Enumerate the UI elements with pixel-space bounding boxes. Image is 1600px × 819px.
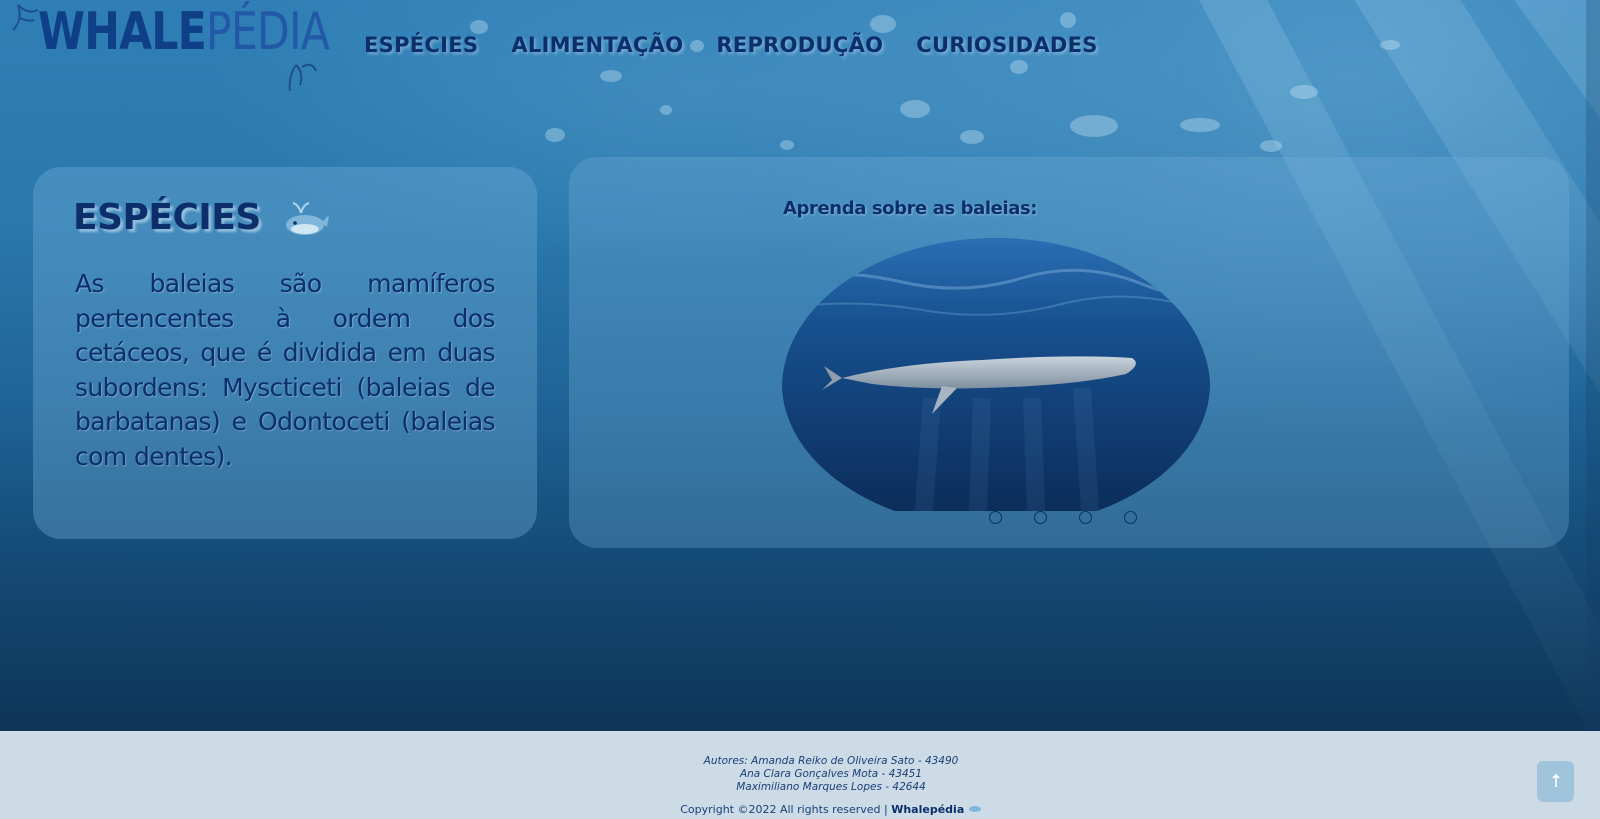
carousel-dot-1[interactable] xyxy=(989,511,1002,524)
bubble xyxy=(660,105,672,115)
carousel-slide[interactable] xyxy=(782,238,1210,511)
arrow-up-icon xyxy=(1551,773,1560,787)
footer: Autores: Amanda Reiko de Oliveira Sato -… xyxy=(0,731,1600,819)
whale-icon xyxy=(968,806,981,812)
carousel-dots xyxy=(989,511,1169,524)
bubble xyxy=(900,100,930,118)
bubble xyxy=(1070,115,1118,137)
carousel-caption: Aprenda sobre as baleias: xyxy=(783,198,1038,219)
bubble xyxy=(960,130,984,144)
carousel-dot-4[interactable] xyxy=(1124,511,1137,524)
seaweed-icon xyxy=(288,63,317,92)
whale-illustration xyxy=(782,238,1210,511)
species-description: As baleias são mamíferos pertencentes à … xyxy=(75,269,496,471)
brand-name: Whalepédia xyxy=(891,803,965,816)
copyright-text: Copyright ©2022 All rights reserved | xyxy=(680,803,888,816)
carousel-dot-2[interactable] xyxy=(1034,511,1047,524)
logo-bold-text: WHALE xyxy=(38,2,207,62)
bubble xyxy=(545,128,565,142)
logo-light-text: PÉDIA xyxy=(205,2,330,62)
main-nav: ESPÉCIES ALIMENTAÇÃO REPRODUÇÃO CURIOSID… xyxy=(364,33,1131,57)
authors-block: Autores: Amanda Reiko de Oliveira Sato -… xyxy=(0,755,1600,794)
nav-reproducao[interactable]: REPRODUÇÃO xyxy=(716,33,883,57)
bubble xyxy=(1260,140,1282,152)
bubble xyxy=(780,140,794,150)
whale-photo xyxy=(782,238,1210,511)
scrollbar[interactable] xyxy=(1586,0,1600,731)
header: WHALEPÉDIA ESPÉCIES ALIMENTAÇÃO REPRODUÇ… xyxy=(0,0,1600,100)
site-logo[interactable]: WHALEPÉDIA xyxy=(38,2,330,62)
author-line-3: Maximiliano Marques Lopes - 42644 xyxy=(736,781,926,793)
author-line-1: Autores: Amanda Reiko de Oliveira Sato -… xyxy=(703,755,959,767)
author-line-2: Ana Clara Gonçalves Mota - 43451 xyxy=(739,768,923,780)
copyright: Copyright ©2022 All rights reserved | Wh… xyxy=(0,803,1600,816)
nav-alimentacao[interactable]: ALIMENTAÇÃO xyxy=(511,33,683,57)
species-title-text: ESPÉCIES xyxy=(73,197,261,238)
species-card: ESPÉCIES As baleias são mamíferos perten… xyxy=(33,167,537,539)
scroll-to-top-button[interactable] xyxy=(1537,761,1574,802)
carousel-dot-3[interactable] xyxy=(1079,511,1092,524)
nav-curiosidades[interactable]: CURIOSIDADES xyxy=(916,33,1097,57)
whale-icon xyxy=(285,202,329,235)
bubble xyxy=(1180,118,1220,132)
species-title: ESPÉCIES xyxy=(73,197,331,239)
nav-especies[interactable]: ESPÉCIES xyxy=(364,33,478,57)
carousel-card: Aprenda sobre as baleias: xyxy=(569,157,1569,548)
